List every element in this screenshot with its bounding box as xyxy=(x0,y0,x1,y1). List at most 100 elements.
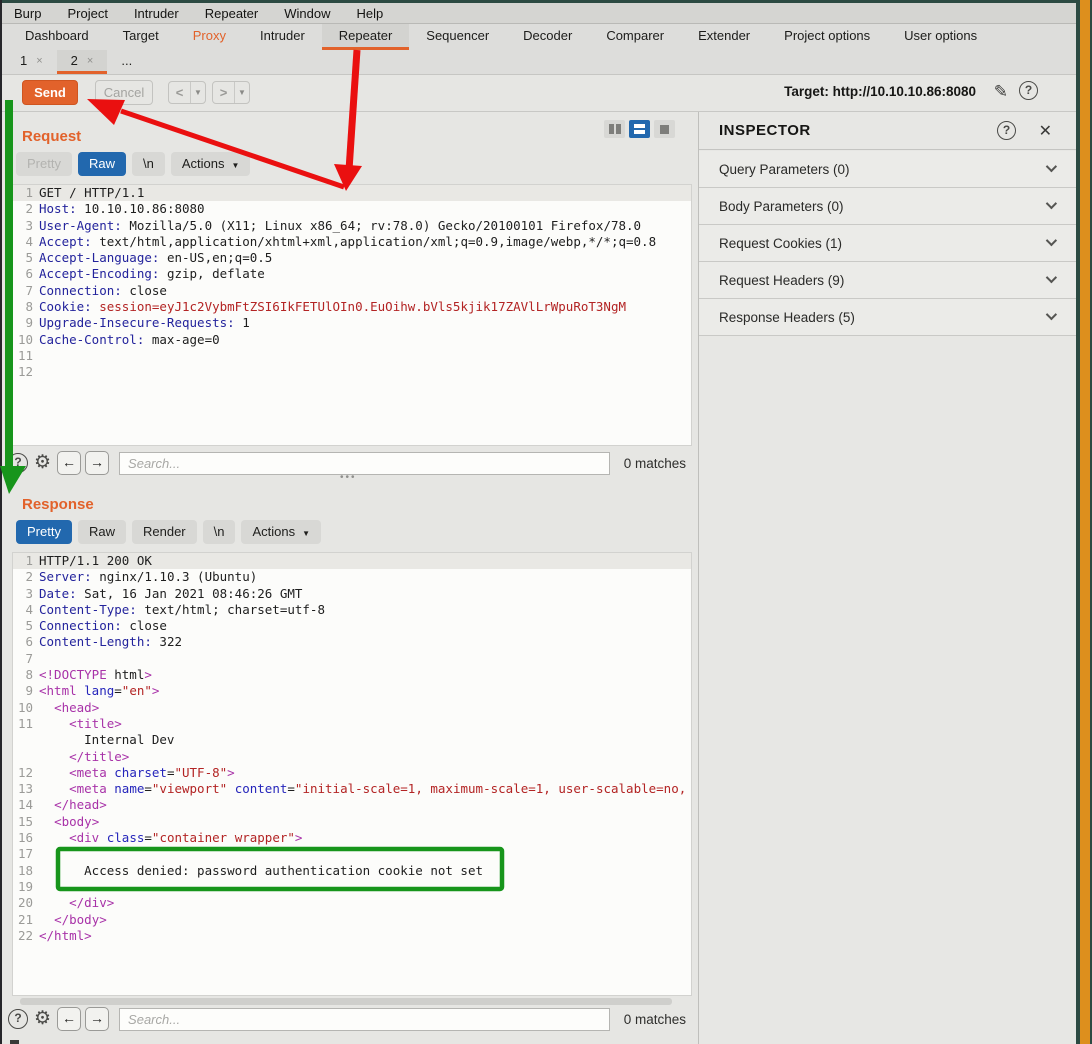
line-number: 11 xyxy=(13,716,39,732)
chevron-down-icon[interactable] xyxy=(1046,198,1057,209)
rows-layout-icon[interactable] xyxy=(629,120,650,138)
line-number: 1 xyxy=(13,553,39,569)
close-tab-icon[interactable]: × xyxy=(87,50,93,71)
tab-project-options[interactable]: Project options xyxy=(767,24,887,50)
next-response-button[interactable]: > ▼ xyxy=(212,81,250,104)
close-tab-icon[interactable]: × xyxy=(36,50,42,71)
tab-repeater[interactable]: Repeater xyxy=(322,24,409,50)
tab-intruder[interactable]: Intruder xyxy=(243,24,322,50)
columns-layout-icon[interactable] xyxy=(604,120,625,138)
chevron-down-icon[interactable] xyxy=(1046,309,1057,320)
request-tab-pretty[interactable]: Pretty xyxy=(16,152,72,176)
chevron-down-icon[interactable]: ▼ xyxy=(234,82,249,103)
next-match-button[interactable]: → xyxy=(85,1007,109,1031)
search-help-icon[interactable]: ? xyxy=(8,453,28,473)
search-help-icon[interactable]: ? xyxy=(8,1009,28,1029)
tab-proxy[interactable]: Proxy xyxy=(176,24,243,50)
tab-extender[interactable]: Extender xyxy=(681,24,767,50)
prev-match-button[interactable]: ← xyxy=(57,1007,81,1031)
chevron-down-icon[interactable] xyxy=(1046,161,1057,172)
code-line: 22</html> xyxy=(13,928,691,944)
inspector-section-label: Query Parameters (0) xyxy=(719,162,850,177)
inspector-help-icon[interactable]: ? xyxy=(997,121,1016,140)
menu-repeater[interactable]: Repeater xyxy=(192,6,271,21)
prev-response-button[interactable]: < ▼ xyxy=(168,81,206,104)
code-line: 11 <title> xyxy=(13,716,691,732)
response-tab-actions[interactable]: Actions▼ xyxy=(241,520,321,544)
code-text: Cache-Control: max-age=0 xyxy=(39,332,220,348)
menu-window[interactable]: Window xyxy=(271,6,343,21)
view-layout-buttons xyxy=(604,120,675,138)
target-label: Target: xyxy=(784,84,829,99)
window-frame-left xyxy=(0,0,2,1044)
menu-burp[interactable]: Burp xyxy=(14,6,54,21)
request-search-input[interactable] xyxy=(119,452,610,475)
repeater-tab-1[interactable]: 1× xyxy=(6,50,57,74)
menu-intruder[interactable]: Intruder xyxy=(121,6,192,21)
tab-sequencer[interactable]: Sequencer xyxy=(409,24,506,50)
response-match-count: 0 matches xyxy=(614,1012,692,1027)
search-settings-icon[interactable]: ⚙ xyxy=(34,453,51,473)
inspector-section-request-cookies[interactable]: Request Cookies (1) xyxy=(699,225,1076,262)
code-text: <meta charset="UTF-8"> xyxy=(39,765,235,781)
code-line: 10 <head> xyxy=(13,700,691,716)
request-tab-raw[interactable]: Raw xyxy=(78,152,126,176)
code-line: 4Accept: text/html,application/xhtml+xml… xyxy=(13,234,691,250)
code-text: <div class="container wrapper"> xyxy=(39,830,302,846)
tab-comparer[interactable]: Comparer xyxy=(589,24,681,50)
code-text: User-Agent: Mozilla/5.0 (X11; Linux x86_… xyxy=(39,218,641,234)
line-number: 9 xyxy=(13,683,39,699)
response-tab-nln[interactable]: \n xyxy=(203,520,236,544)
code-line: 3User-Agent: Mozilla/5.0 (X11; Linux x86… xyxy=(13,218,691,234)
inspector-close-icon[interactable]: ✕ xyxy=(1039,121,1052,141)
request-tab-nln[interactable]: \n xyxy=(132,152,165,176)
line-number: 5 xyxy=(13,250,39,266)
chevron-down-icon[interactable]: ▼ xyxy=(190,82,205,103)
response-tab-raw[interactable]: Raw xyxy=(78,520,126,544)
line-number: 12 xyxy=(13,765,39,781)
inspector-section-response-headers[interactable]: Response Headers (5) xyxy=(699,299,1076,336)
inspector-section-body-parameters[interactable]: Body Parameters (0) xyxy=(699,188,1076,225)
tab-decoder[interactable]: Decoder xyxy=(506,24,589,50)
edit-target-icon[interactable]: ✎ xyxy=(994,82,1008,102)
code-line: 20 </div> xyxy=(13,895,691,911)
response-editor[interactable]: 1HTTP/1.1 200 OK2Server: nginx/1.10.3 (U… xyxy=(12,552,692,996)
code-text: Host: 10.10.10.86:8080 xyxy=(39,201,205,217)
menu-project[interactable]: Project xyxy=(54,6,120,21)
response-tab-pretty[interactable]: Pretty xyxy=(16,520,72,544)
single-layout-icon[interactable] xyxy=(654,120,675,138)
tab-dashboard[interactable]: Dashboard xyxy=(8,24,106,50)
cancel-button[interactable]: Cancel xyxy=(95,80,153,105)
code-text: <meta name="viewport" content="initial-s… xyxy=(39,781,686,797)
code-text: </div> xyxy=(39,895,114,911)
next-match-button[interactable]: → xyxy=(85,451,109,475)
chevron-down-icon[interactable] xyxy=(1046,235,1057,246)
chevron-down-icon[interactable] xyxy=(1046,272,1057,283)
prev-match-button[interactable]: ← xyxy=(57,451,81,475)
repeater-tab-2[interactable]: 2× xyxy=(57,50,108,74)
line-number: 20 xyxy=(13,895,39,911)
response-search-input[interactable] xyxy=(119,1008,610,1031)
tab-target[interactable]: Target xyxy=(106,24,176,50)
line-number: 8 xyxy=(13,667,39,683)
repeater-tab-...[interactable]: ... xyxy=(107,50,146,74)
help-icon[interactable]: ? xyxy=(1019,81,1038,100)
send-button[interactable]: Send xyxy=(22,80,78,105)
inspector-section-request-headers[interactable]: Request Headers (9) xyxy=(699,262,1076,299)
horizontal-scrollbar[interactable] xyxy=(20,998,672,1005)
repeater-toolbar: Send Cancel < ▼ > ▼ Target: http://10.10… xyxy=(2,76,1076,111)
tab-user-options[interactable]: User options xyxy=(887,24,994,50)
line-number: 13 xyxy=(13,781,39,797)
code-line: 8Cookie: session=eyJ1c2VybmFtZSI6IkFETUl… xyxy=(13,299,691,315)
menu-help[interactable]: Help xyxy=(343,6,396,21)
line-number: 16 xyxy=(13,830,39,846)
code-text: Accept-Encoding: gzip, deflate xyxy=(39,266,265,282)
inspector-section-label: Request Headers (9) xyxy=(719,273,844,288)
response-tab-render[interactable]: Render xyxy=(132,520,197,544)
panel-splitter-handle[interactable]: ••• xyxy=(340,472,357,483)
request-tab-actions[interactable]: Actions▼ xyxy=(171,152,251,176)
search-settings-icon[interactable]: ⚙ xyxy=(34,1009,51,1029)
menu-bar: BurpProjectIntruderRepeaterWindowHelp xyxy=(2,3,1076,24)
request-editor[interactable]: 1GET / HTTP/1.12Host: 10.10.10.86:80803U… xyxy=(12,184,692,446)
inspector-section-query-parameters[interactable]: Query Parameters (0) xyxy=(699,151,1076,188)
